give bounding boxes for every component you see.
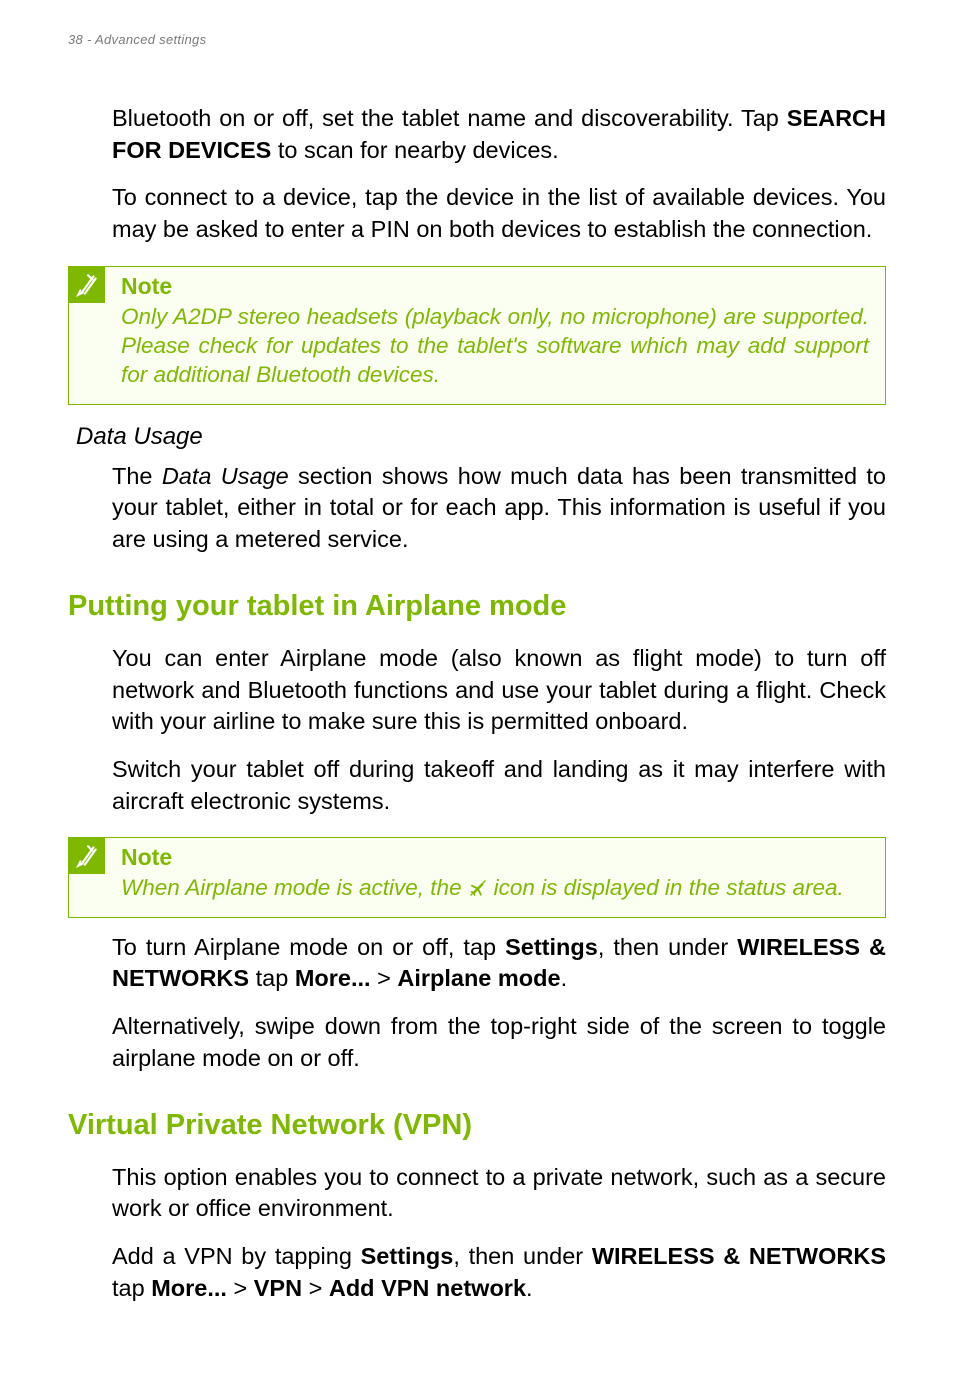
note-text-before: When Airplane mode is active, the (121, 873, 462, 902)
text: > (227, 1275, 254, 1301)
paragraph-airplane-swipe: Alternatively, swipe down from the top-r… (112, 1011, 886, 1074)
page-header: 38 - Advanced settings (68, 32, 886, 47)
paragraph-airplane-intro: You can enter Airplane mode (also known … (112, 643, 886, 738)
italic-data-usage: Data Usage (162, 463, 289, 489)
text: . (561, 965, 568, 991)
bold-more: More... (151, 1275, 227, 1301)
note-title: Note (121, 273, 869, 300)
note-text-row: When Airplane mode is active, the icon i… (121, 873, 869, 902)
airplane-icon (468, 878, 488, 898)
note-box-airplane: Note When Airplane mode is active, the i… (68, 837, 886, 917)
text: . (526, 1275, 533, 1301)
text: Add a VPN by tapping (112, 1243, 361, 1269)
paragraph-airplane-warning: Switch your tablet off during takeoff an… (112, 754, 886, 817)
heading-airplane-mode: Putting your tablet in Airplane mode (68, 590, 886, 623)
note-icon (69, 267, 105, 303)
paragraph-vpn-intro: This option enables you to connect to a … (112, 1162, 886, 1225)
text: > (302, 1275, 329, 1301)
bold-settings: Settings (505, 934, 598, 960)
text: tap (249, 965, 295, 991)
paragraph-vpn-add: Add a VPN by tapping Settings, then unde… (112, 1241, 886, 1304)
bold-more: More... (295, 965, 371, 991)
note-box-a2dp: Note Only A2DP stereo headsets (playback… (68, 266, 886, 405)
text: tap (112, 1275, 151, 1301)
bold-add-vpn-network: Add VPN network (329, 1275, 526, 1301)
text: The (112, 463, 162, 489)
text: , then under (598, 934, 737, 960)
text: to scan for nearby devices. (271, 137, 558, 163)
text: To turn Airplane mode on or off, tap (112, 934, 505, 960)
text: , then under (453, 1243, 591, 1269)
note-text: Only A2DP stereo headsets (playback only… (121, 302, 869, 390)
bold-vpn: VPN (254, 1275, 302, 1301)
note-icon (69, 838, 105, 874)
bold-wireless-networks: WIRELESS & NETWORKS (592, 1243, 886, 1269)
document-page: 38 - Advanced settings Bluetooth on or o… (0, 0, 954, 1380)
heading-vpn: Virtual Private Network (VPN) (68, 1109, 886, 1142)
paragraph-bluetooth-connect: To connect to a device, tap the device i… (112, 182, 886, 245)
note-title: Note (121, 844, 869, 871)
bold-settings: Settings (361, 1243, 454, 1269)
bold-airplane-mode: Airplane mode (397, 965, 560, 991)
paragraph-bluetooth-scan: Bluetooth on or off, set the tablet name… (112, 103, 886, 166)
note-content: Note Only A2DP stereo headsets (playback… (105, 267, 885, 390)
text: > (371, 965, 398, 991)
paragraph-airplane-settings: To turn Airplane mode on or off, tap Set… (112, 932, 886, 995)
paragraph-data-usage: The Data Usage section shows how much da… (112, 461, 886, 556)
note-content: Note When Airplane mode is active, the i… (105, 838, 885, 902)
text: Bluetooth on or off, set the tablet name… (112, 105, 787, 131)
note-text-after: icon is displayed in the status area. (494, 873, 844, 902)
subheading-data-usage: Data Usage (76, 423, 886, 451)
